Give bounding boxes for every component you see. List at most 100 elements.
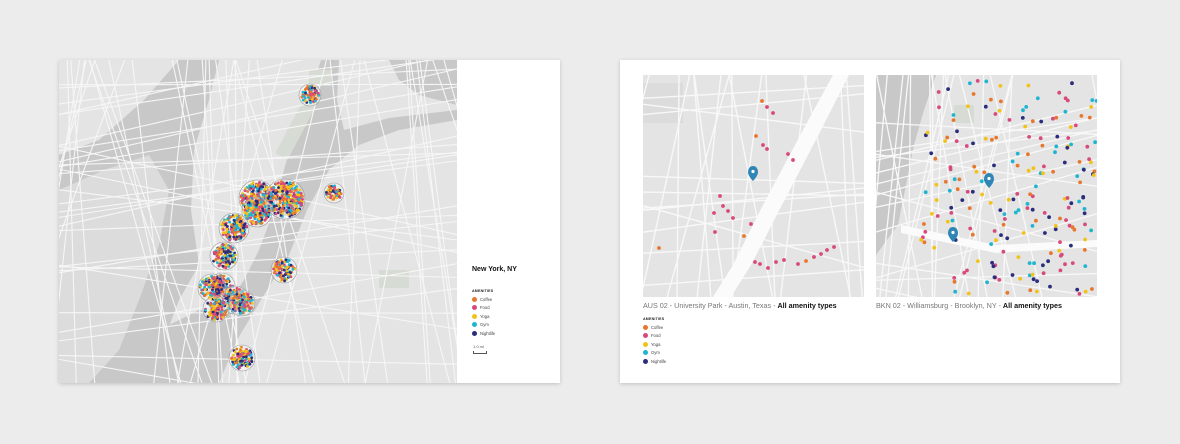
gym-dot-icon: [643, 350, 648, 356]
amenity-point: [791, 158, 795, 162]
amenity-point: [1027, 135, 1031, 139]
amenity-point: [1051, 116, 1055, 121]
amenity-point: [1030, 207, 1035, 212]
amenity-point: [952, 276, 957, 280]
amenity-point: [325, 191, 328, 194]
amenity-point: [238, 299, 242, 303]
amenity-point: [1010, 159, 1015, 164]
amenity-point: [248, 184, 252, 188]
amenity-point: [1047, 215, 1051, 220]
amenity-point: [786, 152, 790, 156]
amenity-point: [718, 194, 722, 198]
amenity-point: [226, 292, 230, 296]
amenity-point: [225, 227, 229, 231]
amenity-point: [1026, 83, 1031, 88]
amenity-point: [306, 85, 309, 88]
amenity-point: [248, 209, 252, 213]
amenity-point: [277, 186, 280, 189]
amenity-point: [209, 303, 212, 307]
amenity-point: [1025, 206, 1030, 211]
amenity-point: [712, 211, 716, 215]
amenity-point: [235, 235, 239, 239]
amenity-point: [327, 185, 331, 189]
amenity-point: [243, 295, 246, 299]
amenity-point: [1024, 105, 1029, 109]
amenity-point: [1032, 261, 1036, 266]
amenity-point: [218, 253, 222, 256]
amenity-point: [253, 215, 257, 219]
amenity-point: [975, 79, 980, 83]
amenity-point: [249, 216, 253, 220]
nyc-map[interactable]: [59, 60, 457, 383]
amenity-point: [212, 302, 216, 305]
amenity-point: [971, 92, 976, 96]
caption-emphasis: All amenity types: [1002, 301, 1063, 310]
amenity-point: [819, 252, 823, 256]
amenity-point: [232, 235, 236, 239]
amenity-point: [222, 274, 225, 278]
amenity-point: [221, 283, 225, 287]
amenity-point: [1087, 115, 1092, 120]
amenity-point: [230, 224, 234, 227]
nightlife-dot-icon: [472, 330, 477, 336]
amenity-point: [242, 292, 246, 296]
amenity-point: [1073, 123, 1078, 128]
amenity-point: [241, 229, 245, 233]
scale-bar: [473, 351, 487, 354]
amenity-point: [277, 181, 280, 185]
legend-item-gym: Gym: [472, 321, 495, 330]
amenity-point: [226, 277, 230, 281]
amenity-point: [742, 234, 746, 238]
amenity-point: [279, 186, 283, 190]
amenity-point: [226, 257, 230, 261]
amenity-point: [997, 108, 1002, 113]
amenity-point: [999, 233, 1003, 238]
amenity-point: [971, 141, 975, 146]
amenity-point: [946, 87, 950, 91]
amenity-point: [992, 163, 996, 168]
amenity-point: [283, 279, 286, 283]
amenity-point: [211, 310, 215, 314]
food-dot-icon: [472, 305, 477, 311]
amenity-point: [238, 366, 241, 370]
amenity-point: [301, 90, 305, 94]
amenity-point: [232, 353, 235, 357]
amenity-point: [228, 220, 232, 224]
amenity-point: [226, 246, 230, 250]
amenity-point: [1087, 157, 1091, 161]
amenity-point: [309, 95, 313, 99]
legend-label: Coffee: [480, 296, 493, 302]
amenity-point: [753, 260, 757, 264]
brooklyn-map[interactable]: [876, 75, 1097, 297]
caption-emphasis: All amenity types: [777, 301, 837, 310]
amenity-point: [1065, 196, 1070, 200]
amenity-point: [968, 81, 972, 86]
legend-label: Gym: [480, 322, 489, 328]
amenity-point: [947, 188, 952, 193]
amenity-point: [997, 278, 1002, 282]
brooklyn-caption: BKN 02 - Williamsburg - Brooklyn, NY - A…: [876, 301, 1062, 310]
amenity-point: [951, 118, 956, 122]
amenity-point: [253, 208, 257, 212]
amenity-point: [1049, 251, 1053, 256]
amenity-point: [955, 187, 960, 192]
austin-map[interactable]: [643, 75, 864, 297]
amenity-point: [243, 189, 247, 193]
amenity-point: [267, 195, 271, 199]
amenity-point: [1006, 197, 1011, 202]
amenity-point: [285, 269, 289, 273]
amenity-point: [993, 112, 998, 116]
amenity-point: [235, 214, 238, 217]
amenity-point: [1072, 227, 1077, 232]
amenity-point: [832, 245, 836, 249]
amenity-point: [1078, 180, 1082, 185]
amenity-point: [657, 246, 661, 250]
amenity-point: [933, 156, 938, 161]
amenity-point: [238, 217, 242, 220]
amenity-point: [245, 224, 249, 228]
amenity-point: [983, 136, 988, 141]
amenity-point: [295, 201, 299, 205]
coffee-dot-icon: [643, 324, 648, 330]
amenity-point: [1063, 109, 1068, 114]
amenity-point: [255, 200, 259, 204]
